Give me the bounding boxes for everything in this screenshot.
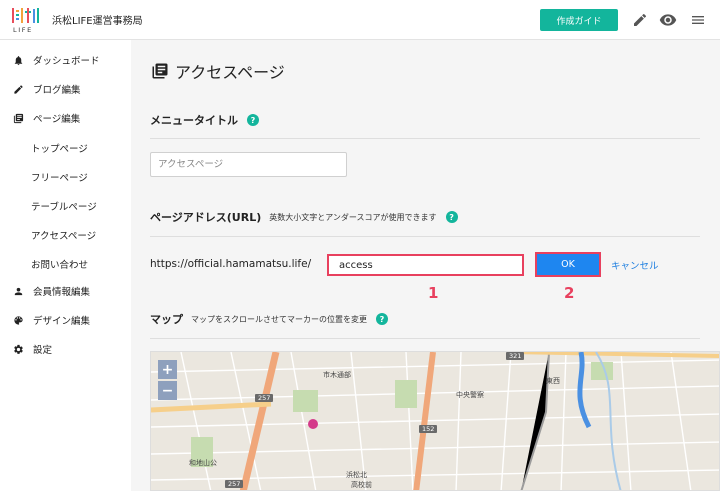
ok-button[interactable]: OK: [535, 252, 601, 277]
org-name: 浜松LIFE運営事務局: [52, 16, 143, 27]
sidebar-item-label: ダッシュボード: [33, 56, 100, 67]
menu-icon[interactable]: [688, 10, 708, 30]
callout-number: 2: [564, 284, 575, 302]
sidebar-subitem-top-page[interactable]: トップページ: [31, 141, 88, 155]
sidebar-item-label: ページ編集: [33, 114, 81, 125]
map-view[interactable]: + − 市木通部 中央警察 東西 和地山公 浜松北 高校前 257 152 32…: [150, 351, 720, 491]
sidebar-item-label: デザイン編集: [33, 316, 91, 327]
sidebar-item-page-edit[interactable]: ページ編集: [0, 106, 131, 130]
divider: [150, 338, 700, 339]
eye-icon[interactable]: [658, 10, 678, 30]
help-icon[interactable]: ?: [247, 114, 259, 126]
divider: [150, 236, 700, 237]
map-place-label: 和地山公: [189, 459, 217, 467]
url-prefix: https://official.hamamatsu.life/: [150, 258, 312, 270]
map-place-label: 高校前: [351, 481, 372, 489]
road-number-badge: 152: [419, 425, 438, 433]
menu-title-label-text: メニュータイトル: [150, 114, 238, 127]
road-number-badge: 321: [506, 352, 525, 360]
map-label: マップ マップをスクロールさせてマーカーの位置を変更 ?: [150, 311, 388, 327]
map-place-label: 中央警察: [456, 391, 484, 399]
top-header: LIFE 浜松LIFE運営事務局 作成ガイド: [0, 0, 720, 40]
sidebar-item-label: ブログ編集: [33, 85, 81, 96]
life-logo[interactable]: LIFE: [11, 6, 43, 34]
map-place-label: 浜松北: [346, 471, 367, 479]
palette-icon: [11, 313, 25, 327]
sidebar-item-member-edit[interactable]: 会員情報編集: [0, 279, 131, 303]
menu-title-label: メニュータイトル ?: [150, 112, 259, 128]
sidebar-item-blog-edit[interactable]: ブログ編集: [0, 77, 131, 101]
sidebar-item-label: 設定: [33, 345, 53, 356]
sidebar-subitem-table-page[interactable]: テーブルページ: [31, 199, 97, 213]
sidebar-item-design-edit[interactable]: デザイン編集: [0, 308, 131, 332]
sidebar: ダッシュボード ブログ編集 ページ編集 トップページ フリーページ テーブルペー…: [0, 40, 131, 491]
menu-title-input[interactable]: [150, 152, 347, 177]
page-address-hint: 英数大小文字とアンダースコアが使用できます: [269, 212, 437, 222]
callout-number: 1: [428, 284, 439, 302]
person-icon: [11, 284, 25, 298]
sidebar-item-dashboard[interactable]: ダッシュボード: [0, 48, 131, 72]
zoom-in-button[interactable]: +: [158, 360, 177, 379]
pages-icon: [11, 111, 25, 125]
main-content: アクセスページ メニュータイトル ? ページアドレス(URL) 英数大小文字とア…: [131, 40, 720, 491]
map-label-text: マップ: [150, 313, 183, 326]
page-address-label-text: ページアドレス(URL): [150, 211, 262, 224]
help-icon[interactable]: ?: [445, 211, 458, 223]
cancel-link[interactable]: キャンセル: [611, 258, 659, 272]
url-slug-input[interactable]: [327, 254, 524, 276]
pencil-icon[interactable]: [630, 10, 650, 30]
map-hint: マップをスクロールさせてマーカーの位置を変更: [191, 314, 367, 324]
sidebar-subitem-access-page[interactable]: アクセスページ: [31, 228, 96, 242]
road-number-badge: 257: [255, 394, 274, 402]
map-place-label: 市木通部: [323, 371, 351, 379]
sidebar-subitem-contact[interactable]: お問い合わせ: [31, 257, 88, 271]
help-icon[interactable]: ?: [376, 313, 388, 325]
map-graphic: [151, 352, 719, 490]
divider: [150, 138, 700, 139]
svg-text:LIFE: LIFE: [13, 26, 33, 34]
gear-icon: [11, 342, 25, 356]
sidebar-item-label: 会員情報編集: [33, 287, 91, 298]
road-number-badge: 257: [225, 480, 244, 488]
pencil-icon: [11, 82, 25, 96]
create-guide-button[interactable]: 作成ガイド: [540, 9, 618, 31]
bell-icon: [11, 53, 25, 67]
pages-icon: [151, 62, 169, 80]
sidebar-subitem-free-page[interactable]: フリーページ: [31, 170, 88, 184]
map-place-label: 東西: [546, 377, 560, 385]
zoom-out-button[interactable]: −: [158, 381, 177, 400]
page-address-label: ページアドレス(URL) 英数大小文字とアンダースコアが使用できます ?: [150, 209, 458, 225]
sidebar-item-settings[interactable]: 設定: [0, 337, 131, 361]
page-title-text: アクセスページ: [175, 63, 285, 82]
page-title: アクセスページ: [151, 59, 285, 83]
